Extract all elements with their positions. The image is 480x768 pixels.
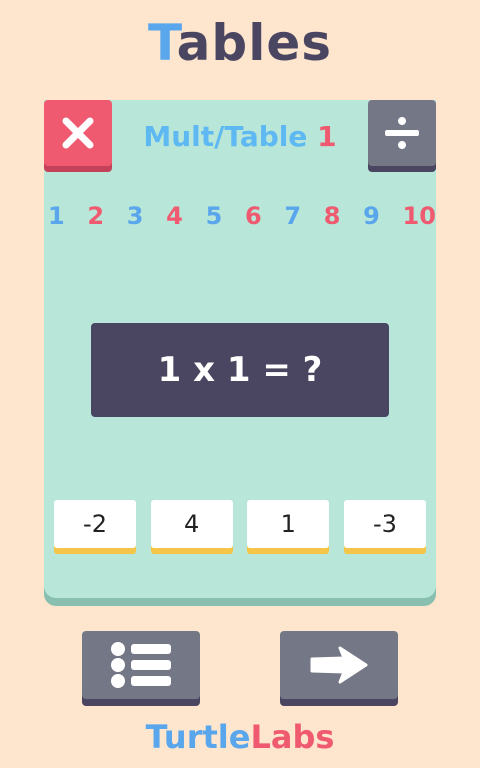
close-icon — [62, 117, 94, 149]
next-button[interactable] — [280, 631, 398, 699]
question-display: 1 x 1 = ? — [91, 323, 389, 417]
arrow-right-icon — [310, 646, 368, 684]
table-number-4[interactable]: 4 — [166, 202, 183, 232]
divide-icon — [385, 117, 419, 149]
table-number-8[interactable]: 8 — [324, 202, 341, 232]
table-number-selector: 1 2 3 4 5 6 7 8 9 10 — [48, 202, 436, 232]
app-title: Tables — [0, 14, 480, 72]
answer-option-1[interactable]: -2 — [54, 500, 136, 548]
app-title-rest: ables — [176, 14, 332, 72]
footer-brand-part2: Labs — [250, 718, 335, 756]
card-title-label: Mult/Table — [143, 120, 308, 153]
close-button[interactable] — [44, 100, 112, 166]
answer-option-4[interactable]: -3 — [343, 500, 426, 548]
footer-brand: TurtleLabs — [0, 718, 480, 756]
list-icon — [111, 642, 171, 688]
table-number-10[interactable]: 10 — [403, 202, 436, 232]
footer-brand-part1: Turtle — [145, 718, 251, 756]
table-number-5[interactable]: 5 — [206, 202, 223, 232]
table-number-9[interactable]: 9 — [363, 202, 380, 232]
card-header: Mult/Table 1 — [44, 100, 436, 172]
table-number-3[interactable]: 3 — [127, 202, 144, 232]
answer-option-3[interactable]: 1 — [247, 500, 330, 548]
table-number-6[interactable]: 6 — [245, 202, 262, 232]
table-number-7[interactable]: 7 — [284, 202, 301, 232]
table-number-1[interactable]: 1 — [48, 202, 65, 232]
app-title-first-letter: T — [147, 14, 177, 72]
card-title: Mult/Table 1 — [112, 120, 368, 153]
answer-option-2[interactable]: 4 — [150, 500, 233, 548]
quiz-card: Mult/Table 1 1 2 3 4 5 6 7 8 9 10 1 x 1 … — [44, 100, 436, 598]
card-title-number: 1 — [317, 120, 337, 153]
list-button[interactable] — [82, 631, 200, 699]
divide-mode-button[interactable] — [368, 100, 436, 166]
table-number-2[interactable]: 2 — [87, 202, 104, 232]
answer-options: -2 4 1 -3 — [54, 500, 426, 554]
